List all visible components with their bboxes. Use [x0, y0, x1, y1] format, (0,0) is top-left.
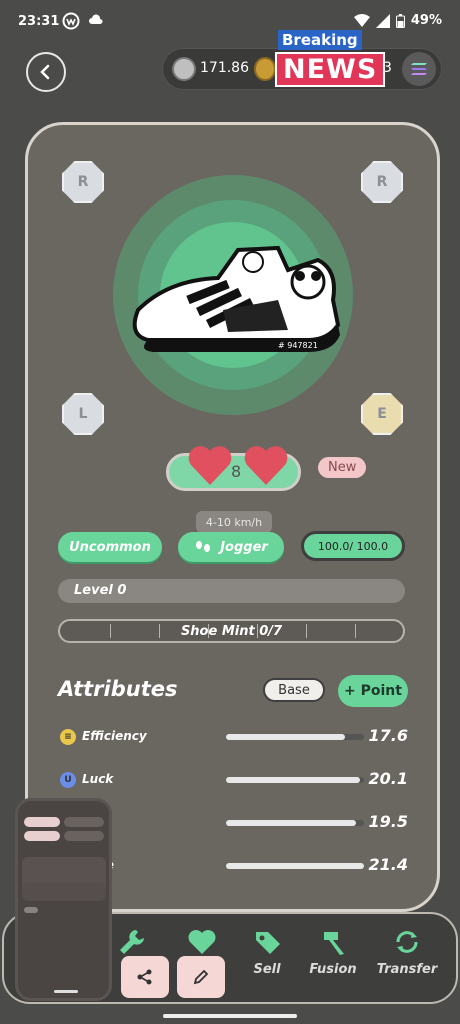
type-pill[interactable]: Jogger	[178, 532, 284, 562]
share-button[interactable]	[121, 956, 169, 998]
attribute-bar-fill	[226, 777, 360, 783]
attribute-row: ≡ Efficiency 17.6	[58, 725, 408, 749]
sneaker-serial: # 947821	[278, 341, 318, 350]
socket-top-right[interactable]: R	[361, 161, 403, 203]
app-notification-icon	[62, 12, 80, 30]
heart-icon	[244, 446, 288, 485]
efficiency-icon: ≡	[60, 729, 76, 745]
nav-fusion[interactable]: Fusion	[298, 928, 368, 992]
status-time: 23:31	[18, 14, 60, 29]
durability-pill: 100.0/ 100.0	[301, 531, 405, 561]
luck-icon: U	[60, 772, 76, 788]
back-button[interactable]	[26, 52, 66, 92]
socket-bottom-right[interactable]: E	[361, 393, 403, 435]
attribute-value: 20.1	[368, 769, 408, 788]
base-button[interactable]: Base	[263, 678, 325, 702]
mint-label: Shoe Mint 0/7	[180, 623, 283, 639]
breaking-news-overlay: Breaking NEWS	[275, 30, 386, 87]
gst-token-icon	[172, 57, 196, 81]
mint-progress-bar: Shoe Mint 0/7	[58, 619, 405, 643]
attribute-bar	[226, 777, 364, 783]
rarity-pill: Uncommon	[58, 532, 162, 562]
balance-1: 171.86	[200, 60, 249, 76]
socket-top-left[interactable]: R	[62, 161, 104, 203]
attribute-value: 17.6	[368, 726, 408, 745]
status-bar: 23:31 49%	[0, 0, 460, 40]
chevron-left-icon	[40, 64, 50, 80]
transfer-arrows-icon	[396, 931, 418, 953]
speed-range-tooltip: 4-10 km/h	[196, 511, 272, 533]
attribute-name: Luck	[82, 772, 114, 786]
sneaker-card: R R L E # 947821 8 New 4-10 km/h Uncommo…	[25, 122, 440, 912]
attribute-bar	[226, 734, 364, 740]
nav-sell[interactable]: Sell	[232, 928, 302, 992]
hammer-icon	[324, 932, 344, 955]
price-tag-icon	[256, 932, 280, 954]
attribute-row: U Luck 20.1	[58, 768, 408, 792]
app-screen: 23:31 49% 171.86 3 Breaking NEWS R R L E…	[0, 0, 460, 1024]
attribute-bar	[226, 863, 364, 869]
solana-icon	[402, 52, 436, 86]
heart-outline-icon	[188, 930, 216, 954]
new-badge: New	[318, 457, 367, 478]
attribute-bar-fill	[226, 734, 345, 740]
sneaker-image[interactable]: # 947821	[128, 240, 343, 360]
pencil-icon	[193, 969, 209, 985]
attribute-value: 21.4	[368, 855, 408, 874]
share-icon	[137, 969, 152, 985]
screenshot-preview[interactable]	[15, 798, 112, 1001]
edit-button[interactable]	[177, 956, 225, 998]
footprints-icon	[196, 541, 211, 552]
attribute-bar-fill	[226, 863, 364, 869]
cloud-icon	[89, 14, 103, 24]
attribute-bar-fill	[226, 820, 356, 826]
gmt-token-icon	[254, 57, 276, 81]
news-label: NEWS	[275, 52, 386, 87]
attribute-value: 19.5	[368, 812, 408, 831]
attributes-title: Attributes	[58, 677, 178, 701]
wrench-icon	[120, 930, 144, 954]
heart-icon	[188, 446, 232, 485]
battery-percent: 49%	[410, 13, 442, 28]
level-bar[interactable]: Level 0	[58, 579, 405, 603]
wifi-icon	[353, 13, 370, 27]
battery-icon	[395, 13, 405, 28]
nav-transfer[interactable]: Transfer	[372, 928, 442, 992]
attribute-bar	[226, 820, 364, 826]
add-point-button[interactable]: + Point	[338, 675, 408, 707]
socket-bottom-left[interactable]: L	[62, 393, 104, 435]
home-indicator[interactable]	[163, 1014, 297, 1018]
attribute-name: Efficiency	[82, 729, 147, 743]
breaking-label: Breaking	[278, 30, 362, 50]
signal-icon	[375, 13, 390, 28]
